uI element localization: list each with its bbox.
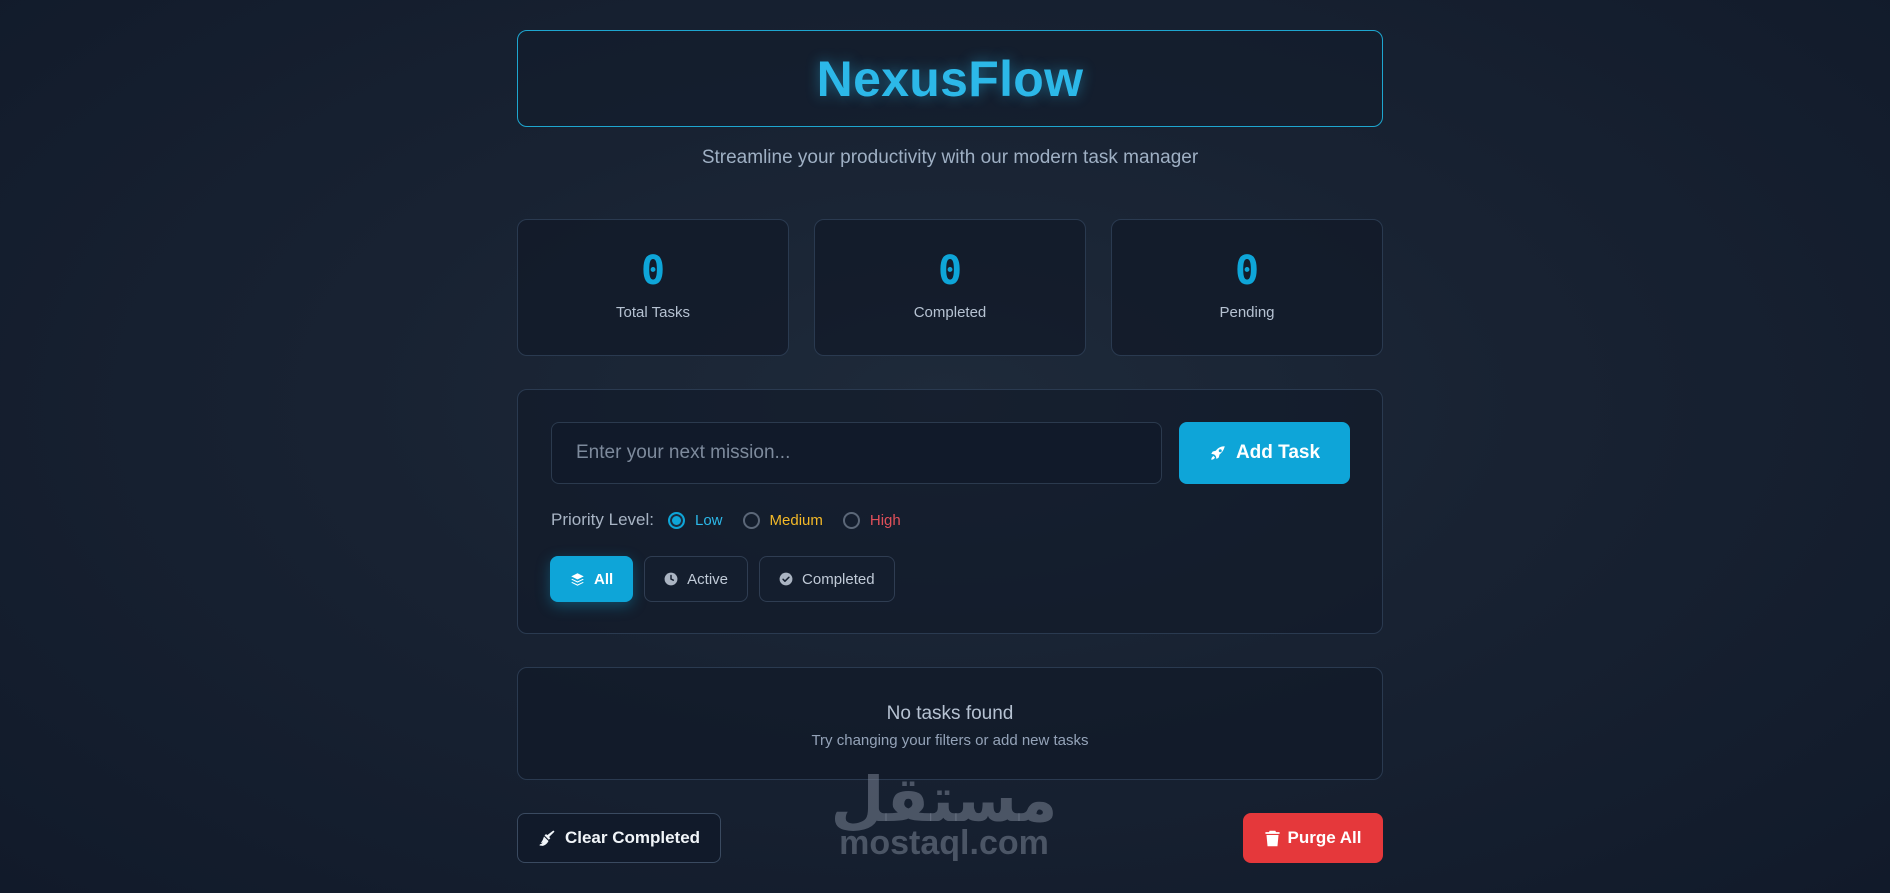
task-input[interactable]	[551, 422, 1162, 484]
stat-card-pending: 0 Pending	[1111, 219, 1383, 356]
add-task-label: Add Task	[1235, 442, 1321, 463]
rocket-icon	[1209, 444, 1227, 462]
purge-all-label: Purge All	[1287, 828, 1362, 847]
task-form-panel: Add Task Priority Level: Low Medium High…	[517, 389, 1383, 634]
priority-radio-low[interactable]	[667, 511, 685, 529]
filter-completed-button[interactable]: Completed	[759, 556, 895, 602]
priority-radio-medium[interactable]	[742, 511, 760, 529]
add-task-button[interactable]: Add Task	[1179, 422, 1350, 484]
watermark-arabic: مستقل	[830, 763, 1058, 836]
stat-card-total: 0 Total Tasks	[517, 219, 789, 356]
layers-icon	[570, 572, 585, 587]
filter-label: All	[594, 570, 614, 588]
clear-completed-button[interactable]: Clear Completed	[517, 813, 721, 863]
stat-value: 0	[937, 248, 963, 294]
stats-row: 0 Total Tasks 0 Completed 0 Pending	[517, 219, 1383, 356]
empty-state-title: No tasks found	[886, 703, 1014, 724]
app-container: NexusFlow Streamline your productivity w…	[517, 30, 1383, 863]
stat-value: 0	[640, 248, 666, 294]
clear-completed-label: Clear Completed	[564, 828, 701, 847]
priority-selector: Priority Level: Low Medium High	[551, 510, 921, 530]
clock-icon	[664, 572, 678, 586]
priority-option-high[interactable]: High	[870, 512, 901, 529]
trash-icon	[1264, 830, 1280, 847]
title-banner: NexusFlow	[517, 30, 1383, 127]
check-circle-icon	[779, 572, 793, 586]
stat-label: Pending	[1219, 304, 1275, 321]
filter-active-button[interactable]: Active	[644, 556, 749, 602]
mostaql-watermark: مستقل mostaql.com	[828, 763, 1060, 862]
app-title: NexusFlow	[816, 50, 1084, 107]
stat-value: 0	[1234, 248, 1260, 294]
empty-state-subtitle: Try changing your filters or add new tas…	[811, 732, 1089, 749]
filter-label: Active	[687, 570, 729, 588]
filter-all-button[interactable]: All	[550, 556, 634, 602]
watermark-latin: mostaql.com	[839, 824, 1049, 862]
filter-label: Completed	[802, 570, 875, 588]
priority-radio-high[interactable]	[842, 511, 860, 529]
priority-label: Priority Level:	[551, 510, 654, 529]
stat-card-completed: 0 Completed	[814, 219, 1086, 356]
purge-all-button[interactable]: Purge All	[1243, 813, 1383, 863]
stat-label: Total Tasks	[616, 304, 690, 321]
filter-tabs: All Active Completed	[550, 556, 895, 602]
stat-label: Completed	[913, 304, 987, 321]
app-subtitle: Streamline your productivity with our mo…	[701, 147, 1199, 168]
priority-option-medium[interactable]: Medium	[770, 512, 823, 529]
priority-option-low[interactable]: Low	[695, 512, 723, 529]
broom-icon	[538, 829, 556, 847]
